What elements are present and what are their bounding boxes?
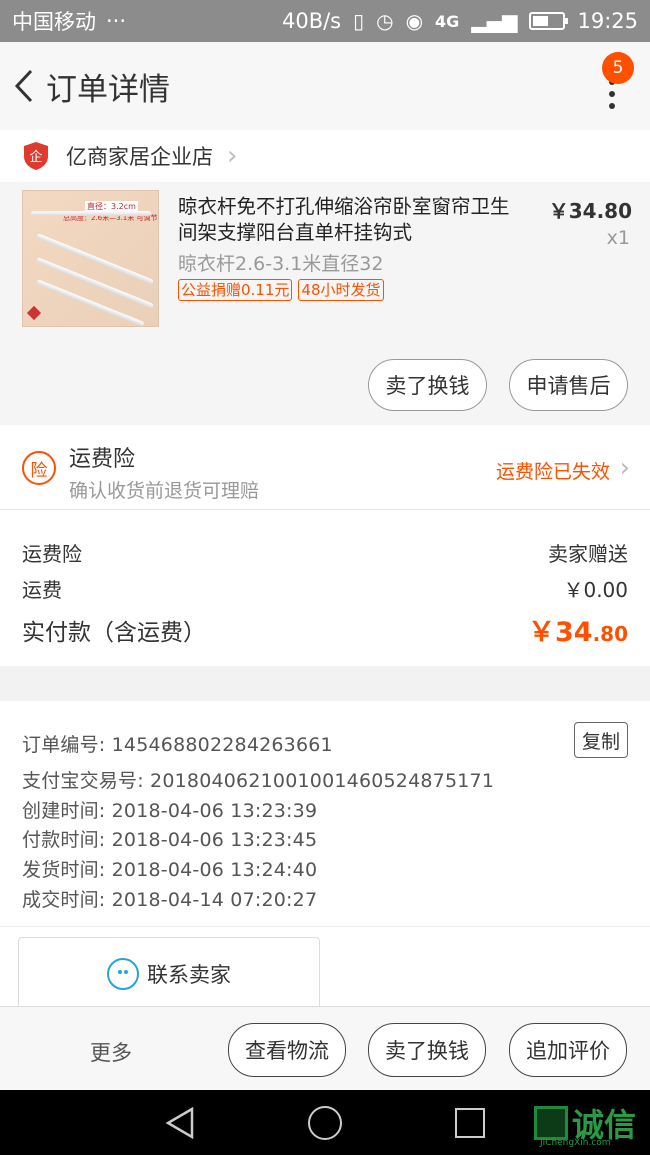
nav-back-icon[interactable] [164,1106,196,1140]
insurance-fee-value: 卖家赠送 [548,542,628,566]
total-amount: ￥34.80 [527,617,628,648]
nav-header: 订单详情 5 [0,42,650,130]
product-price: ￥34.80 [548,199,632,223]
page-title: 订单详情 [46,71,170,108]
eye-icon: ◉ [405,9,424,33]
product-item[interactable]: 直径：3.2cm 总高度：2.6米—3.1米 可调节 晾衣杆免不打孔伸缩浴帘卧室… [0,182,650,425]
watermark-subtext: JiChengXin.com [540,1138,611,1148]
total-row: 实付款（含运费） ￥34.80 [22,610,628,649]
product-sku: 晾衣杆2.6-3.1米直径32 [178,253,384,275]
chevron-left-icon [14,69,33,103]
order-number: 订单编号: 1454688022842636​61 [22,734,333,756]
copy-button[interactable]: 复制 [574,722,628,758]
status-bar: 中国移动 ··· 40B/s ▯ ◷ ◉ 4G ▂▄▆ 19:25 [0,0,650,42]
add-review-button[interactable]: 追加评价 [509,1023,627,1077]
shipped-time: 发货时间: 2018-04-06 13:24:40 [22,859,318,881]
order-info: 订单编号: 1454688022842636​61 复制 支付宝交易号: 201… [0,701,650,1009]
product-tags: 公益捐赠0.11元 48小时发货 [178,279,384,301]
product-title: 晾衣杆免不打孔伸缩浴帘卧室窗帘卫生间架支撑阳台直单杆挂钩式 [178,195,510,244]
insurance-status: 运费险已失效 [495,461,610,483]
contact-seller-button[interactable]: 联系卖家 [18,937,320,1009]
after-sales-button[interactable]: 申请售后 [509,359,628,411]
divider [0,926,650,927]
chevron-right-icon: › [227,141,238,171]
alipay-trade-number: 支付宝交易号: 2018040621001001460524875171 [22,770,495,792]
shipping-fee-value: ￥0.00 [563,578,628,602]
watermark-logo-icon [534,1106,568,1140]
sell-for-cash-button-bottom[interactable]: 卖了换钱 [368,1023,486,1077]
svg-text:企: 企 [29,149,42,165]
total-label: 实付款（含运费） [22,619,206,646]
insurance-fee-label: 运费险 [22,542,82,566]
product-thumbnail: 直径：3.2cm 总高度：2.6米—3.1米 可调节 [22,190,159,327]
message-badge: 5 [602,52,634,84]
nav-home-icon[interactable] [308,1106,342,1140]
more-actions-link[interactable]: 更多 [90,1037,132,1067]
created-time: 创建时间: 2018-04-06 13:23:39 [22,800,318,822]
alarm-icon: ◷ [376,9,394,33]
sell-for-cash-button[interactable]: 卖了换钱 [368,359,487,411]
shipping-fee-label: 运费 [22,578,62,602]
shipping-insurance-row[interactable]: 险 运费险 确认收货前退货可理赔 运费险已失效 › [0,425,650,510]
network-type: 4G [435,11,460,31]
shipping-fee-row: 运费 ￥0.00 [22,574,628,603]
insurance-fee-row: 运费险 卖家赠送 [22,538,628,567]
chevron-right-icon: › [619,453,630,483]
shop-name: 亿商家居企业店 [66,145,213,169]
vibrate-icon: ▯ [353,9,365,33]
insurance-subtitle: 确认收货前退货可理赔 [69,480,260,502]
network-speed: 40B/s [281,9,342,33]
signal-icon: ▂▄▆ [471,9,518,33]
back-button[interactable] [2,42,46,130]
notification-dots: ··· [106,9,127,33]
contact-seller-label: 联系卖家 [147,962,231,987]
enterprise-shield-icon: 企 [24,142,48,170]
chat-bubble-icon [107,957,139,990]
product-quantity: x1 [606,227,630,249]
shop-row[interactable]: 企 亿商家居企业店 › [0,130,650,182]
carrier-name: 中国移动 [12,10,96,34]
paid-time: 付款时间: 2018-04-06 13:23:45 [22,829,318,851]
bottom-action-bar: 更多 查看物流 卖了换钱 追加评价 [0,1006,650,1090]
nav-recent-apps-icon[interactable] [455,1108,485,1138]
completed-time: 成交时间: 2018-04-14 07:20:27 [22,889,318,911]
charity-tag: 公益捐赠0.11元 [178,279,293,301]
clock: 19:25 [577,9,638,33]
shipping-tag: 48小时发货 [298,279,384,301]
battery-icon [529,12,569,30]
system-nav-bar: 诚信 JiChengXin.com [0,1090,650,1155]
view-logistics-button[interactable]: 查看物流 [228,1023,346,1077]
insurance-icon: 险 [22,451,56,485]
insurance-title: 运费险 [69,447,136,472]
fee-summary: 运费险 卖家赠送 运费 ￥0.00 实付款（含运费） ￥34.80 [0,510,650,666]
